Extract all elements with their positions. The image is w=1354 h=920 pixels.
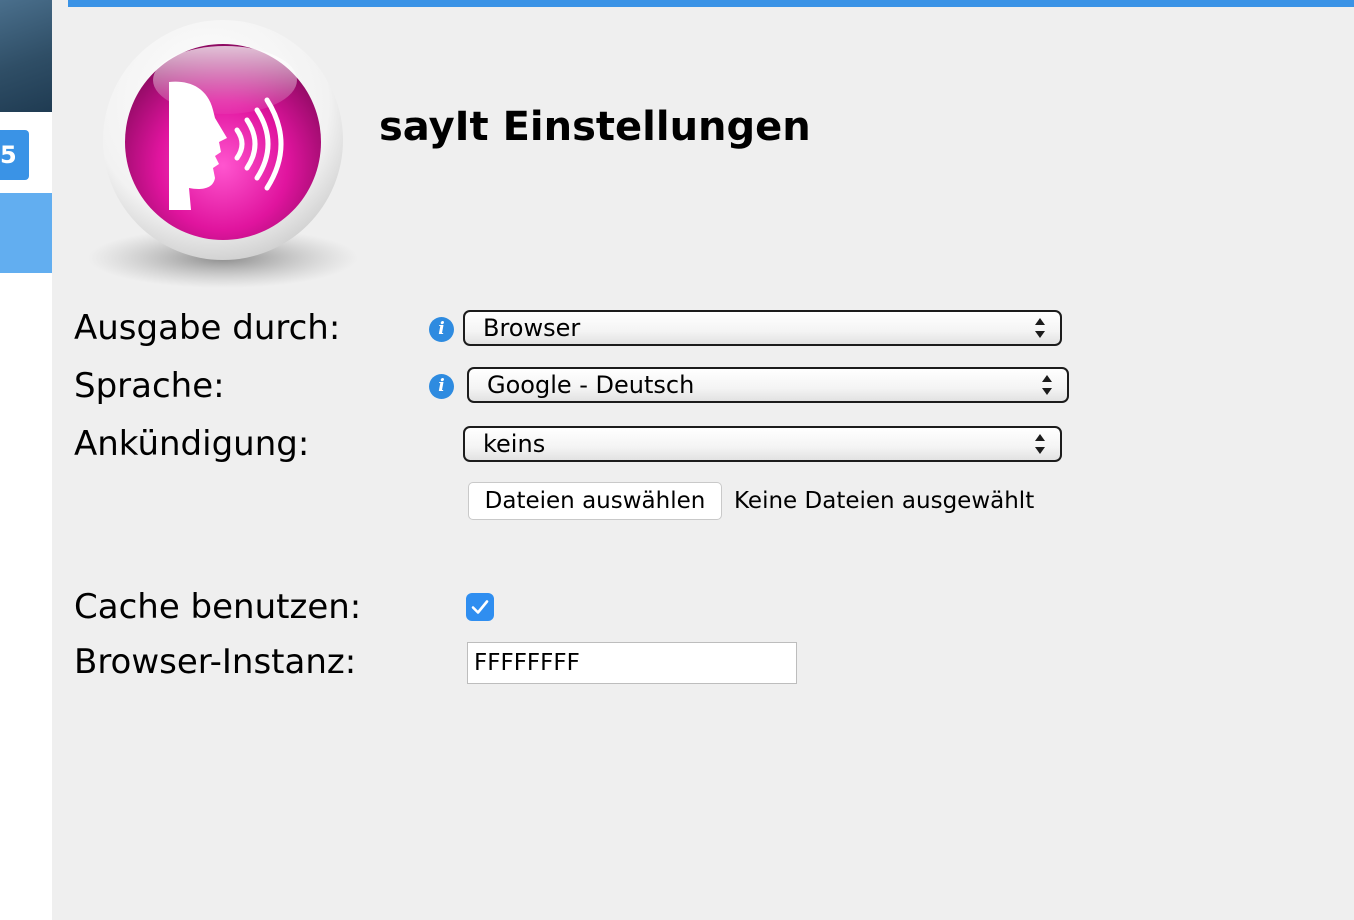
select-arrows-icon (1035, 318, 1045, 338)
cache-label: Cache benutzen: (74, 587, 362, 627)
choose-files-button[interactable]: Dateien auswählen (468, 482, 722, 520)
top-accent-bar (68, 0, 1354, 7)
language-select[interactable]: Google - Deutsch (467, 367, 1069, 403)
announcement-select-value: keins (483, 430, 546, 458)
sidebar-tab[interactable] (0, 193, 52, 273)
instance-label: Browser-Instanz: (74, 642, 357, 682)
announcement-label: Ankündigung: (74, 424, 310, 464)
output-select-value: Browser (483, 314, 581, 342)
sidebar-thumbnail[interactable] (0, 0, 52, 112)
instance-input[interactable]: FFFFFFFF (467, 642, 797, 684)
announcement-select[interactable]: keins (463, 426, 1062, 462)
output-info-icon[interactable]: i (429, 317, 454, 342)
sidebar-badge[interactable]: 5 (0, 130, 29, 180)
page-title: sayIt Einstellungen (379, 104, 811, 150)
sayit-logo-icon (88, 20, 358, 288)
left-sidebar: 5 (0, 0, 52, 920)
language-label: Sprache: (74, 366, 225, 406)
cache-checkbox[interactable] (466, 593, 494, 621)
select-arrows-icon (1042, 375, 1052, 395)
checkmark-icon (471, 600, 489, 614)
output-select[interactable]: Browser (463, 310, 1062, 346)
language-info-icon[interactable]: i (429, 374, 454, 399)
settings-panel: sayIt Einstellungen Ausgabe durch: i Bro… (52, 0, 1354, 920)
file-status-text: Keine Dateien ausgewählt (734, 488, 1035, 514)
language-select-value: Google - Deutsch (487, 371, 695, 399)
output-label: Ausgabe durch: (74, 308, 341, 348)
select-arrows-icon (1035, 434, 1045, 454)
